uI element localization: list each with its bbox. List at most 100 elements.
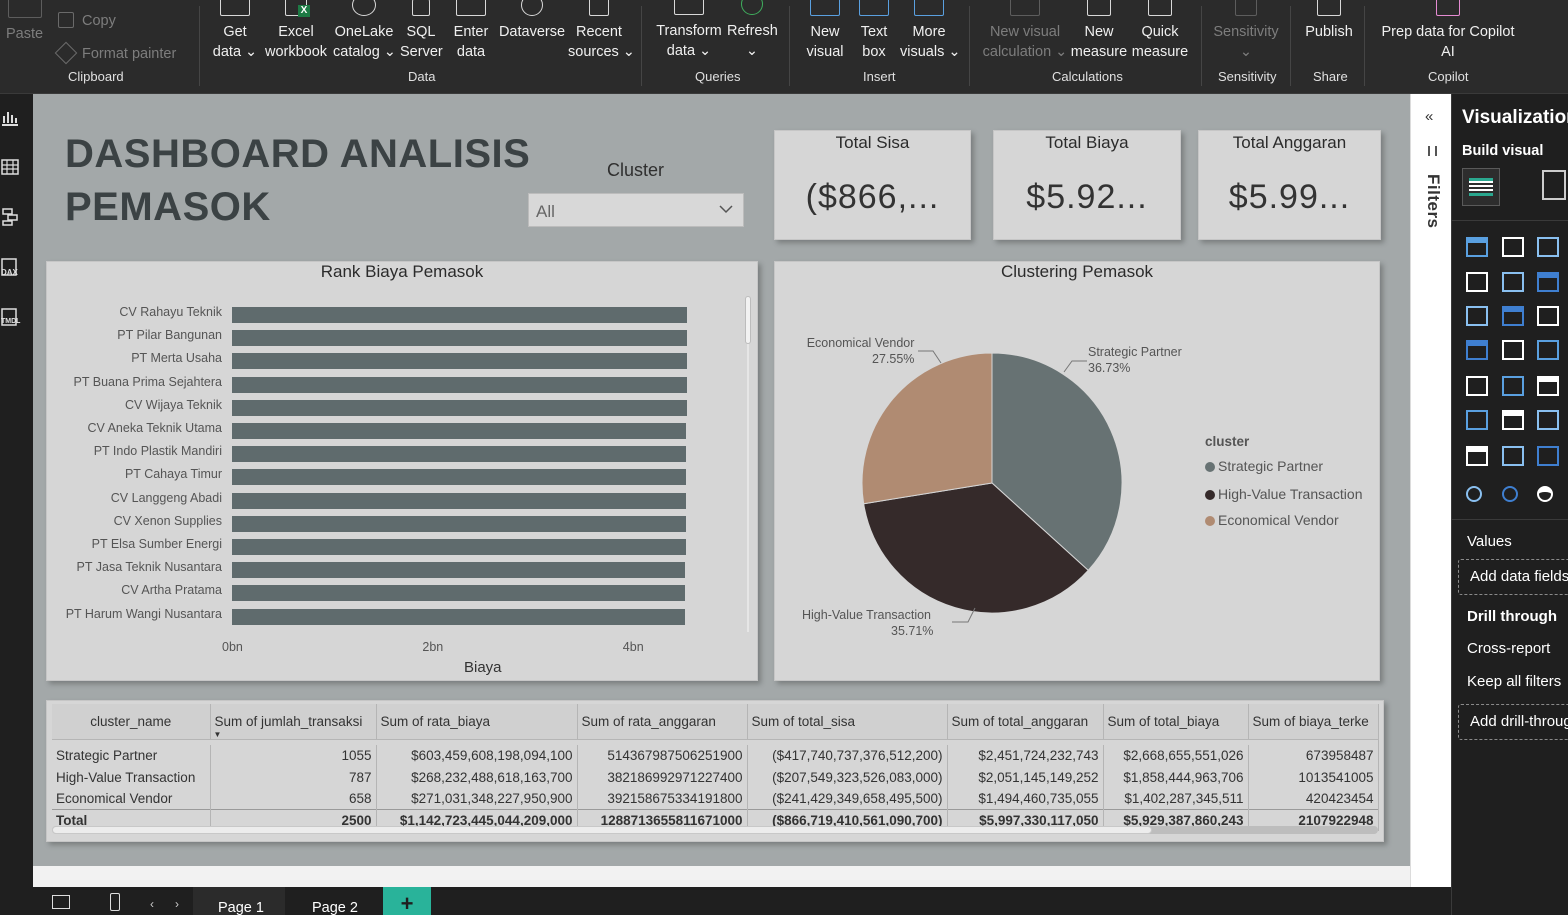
summary-table[interactable]: cluster_name Sum of jumlah_transaksi ▼ Su… bbox=[46, 700, 1384, 842]
card-total-biaya[interactable]: Total Biaya $5.92... bbox=[993, 130, 1181, 240]
legend-item-strategic[interactable]: Strategic Partner bbox=[1205, 458, 1323, 474]
visual-type-icon[interactable] bbox=[1466, 306, 1488, 326]
new-visual-calculation-button[interactable]: New visual calculation ⌄ bbox=[982, 0, 1068, 62]
copy-button[interactable]: Copy bbox=[58, 12, 116, 29]
onelake-catalog-button[interactable]: OneLake catalog ⌄ bbox=[333, 0, 396, 62]
table-view-icon[interactable] bbox=[1, 158, 19, 176]
visual-type-icon[interactable] bbox=[1466, 340, 1488, 360]
bar-mark[interactable] bbox=[232, 585, 685, 602]
pie-slice[interactable] bbox=[861, 352, 993, 505]
cluster-slicer-dropdown[interactable]: All bbox=[528, 193, 744, 227]
model-view-icon[interactable] bbox=[1, 208, 19, 226]
quick-measure-button[interactable]: Quick measure bbox=[1130, 0, 1190, 62]
table-header[interactable]: Sum of rata_anggaran bbox=[577, 704, 748, 740]
cross-report-toggle[interactable]: Cross-report bbox=[1467, 640, 1550, 657]
page-tab-2[interactable]: Page 2 bbox=[288, 887, 380, 915]
legend-item-high-value[interactable]: High-Value Transaction bbox=[1205, 486, 1362, 502]
card-total-sisa[interactable]: Total Sisa ($866,... bbox=[774, 130, 971, 240]
enter-data-button[interactable]: Enter data bbox=[452, 0, 490, 62]
visual-type-icon[interactable] bbox=[1466, 272, 1488, 292]
format-visual-icon[interactable] bbox=[1542, 170, 1566, 200]
bar-mark[interactable] bbox=[232, 353, 688, 370]
visual-type-icon[interactable] bbox=[1502, 446, 1524, 466]
visual-type-icon[interactable] bbox=[1502, 376, 1524, 396]
bar-chart-rank-biaya[interactable]: Rank Biaya Pemasok CV Rahayu Teknik PT Pi… bbox=[46, 261, 758, 681]
table-header[interactable]: Sum of biaya_terke bbox=[1248, 704, 1379, 740]
recent-sources-button[interactable]: Recent sources ⌄ bbox=[568, 0, 635, 62]
visual-type-icon[interactable] bbox=[1502, 340, 1524, 360]
table-row[interactable]: Economical Vendor 658 $271,031,348,227,950… bbox=[52, 788, 1379, 810]
mobile-layout-icon[interactable] bbox=[110, 893, 120, 911]
bar-mark[interactable] bbox=[232, 399, 687, 416]
new-visual-button[interactable]: New visual bbox=[805, 0, 845, 62]
paste-button[interactable]: Paste bbox=[6, 0, 43, 44]
get-data-button[interactable]: Get data ⌄ bbox=[212, 0, 258, 62]
table-header[interactable]: cluster_name bbox=[52, 704, 211, 740]
bar-mark[interactable] bbox=[232, 608, 685, 625]
table-horizontal-scrollbar[interactable] bbox=[52, 826, 1378, 834]
bar-mark[interactable] bbox=[232, 423, 686, 439]
publish-button[interactable]: Publish bbox=[1303, 0, 1355, 42]
bar-mark[interactable] bbox=[232, 376, 687, 393]
visual-type-icon[interactable] bbox=[1466, 237, 1488, 257]
sql-server-button[interactable]: SQL Server bbox=[400, 0, 443, 62]
transform-data-button[interactable]: Transform data ⌄ bbox=[656, 0, 722, 61]
visual-type-icon[interactable] bbox=[1537, 376, 1559, 396]
table-header[interactable]: Sum of total_biaya bbox=[1103, 704, 1249, 740]
dax-query-icon[interactable]: DAX bbox=[1, 258, 19, 277]
excel-workbook-button[interactable]: X Excel workbook bbox=[262, 0, 330, 62]
bar-mark[interactable] bbox=[232, 446, 686, 463]
table-row[interactable]: High-Value Transaction 787 $268,232,488,61… bbox=[52, 766, 1379, 788]
visual-type-icon[interactable] bbox=[1537, 446, 1559, 466]
table-header[interactable]: Sum of total_anggaran bbox=[947, 704, 1104, 740]
keep-all-filters-toggle[interactable]: Keep all filters bbox=[1467, 673, 1561, 690]
prep-data-copilot-button[interactable]: Prep data for Copilot AI bbox=[1376, 0, 1520, 62]
visual-type-icon[interactable] bbox=[1466, 446, 1488, 466]
visual-type-icon[interactable] bbox=[1502, 237, 1524, 257]
visual-type-icon[interactable] bbox=[1502, 306, 1524, 326]
bar-chart-scrollbar[interactable] bbox=[745, 296, 751, 344]
table-header[interactable]: Sum of rata_biaya bbox=[376, 704, 578, 740]
tmdl-view-icon[interactable]: TMDL bbox=[1, 308, 20, 326]
visual-type-icon[interactable] bbox=[1466, 410, 1488, 430]
legend-item-economical[interactable]: Economical Vendor bbox=[1205, 512, 1339, 528]
build-visual-tab[interactable]: Build visual bbox=[1462, 143, 1543, 159]
table-row[interactable]: Strategic Partner 1055 $603,459,608,198,09… bbox=[52, 745, 1379, 767]
visual-type-icon[interactable] bbox=[1537, 410, 1559, 430]
bar-mark[interactable] bbox=[232, 515, 686, 532]
bar-mark[interactable] bbox=[232, 469, 686, 486]
table-scroll-thumb[interactable] bbox=[52, 826, 1152, 834]
bar-mark[interactable] bbox=[232, 492, 686, 509]
visual-type-icon[interactable] bbox=[1466, 486, 1482, 502]
add-page-button[interactable]: + bbox=[383, 887, 431, 915]
add-drill-through-well[interactable]: Add drill-through bbox=[1458, 704, 1568, 740]
bar-mark[interactable] bbox=[232, 562, 685, 579]
visual-type-icon[interactable] bbox=[1537, 340, 1559, 360]
format-painter-button[interactable]: Format painter bbox=[54, 41, 176, 65]
sensitivity-button[interactable]: Sensitivity ⌄ bbox=[1212, 0, 1280, 62]
chevron-left-icon[interactable]: ‹ bbox=[150, 897, 154, 911]
page-tab-1[interactable]: Page 1 bbox=[193, 887, 285, 915]
collapse-left-icon[interactable]: « bbox=[1425, 108, 1433, 125]
dataverse-button[interactable]: Dataverse bbox=[498, 0, 566, 42]
desktop-layout-icon[interactable] bbox=[52, 895, 70, 909]
chevron-right-icon[interactable]: › bbox=[175, 897, 179, 911]
report-view-icon[interactable] bbox=[1, 108, 19, 126]
visual-type-icon[interactable] bbox=[1537, 306, 1559, 326]
bar-mark[interactable] bbox=[232, 307, 688, 323]
new-measure-button[interactable]: New measure bbox=[1070, 0, 1128, 62]
visual-type-icon[interactable] bbox=[1502, 486, 1518, 502]
filters-pane-collapsed[interactable]: « Filters bbox=[1410, 94, 1451, 915]
table-header[interactable]: Sum of jumlah_transaksi ▼ bbox=[210, 704, 377, 740]
bar-mark[interactable] bbox=[232, 539, 686, 555]
visual-type-icon[interactable] bbox=[1502, 272, 1524, 292]
text-box-button[interactable]: Text box bbox=[856, 0, 892, 62]
more-visuals-button[interactable]: More visuals ⌄ bbox=[900, 0, 961, 62]
visual-type-icon[interactable] bbox=[1537, 486, 1553, 502]
card-total-anggaran[interactable]: Total Anggaran $5.99... bbox=[1198, 130, 1381, 240]
build-visual-selected-icon[interactable] bbox=[1462, 168, 1500, 206]
visual-type-icon[interactable] bbox=[1537, 272, 1559, 292]
bar-mark[interactable] bbox=[232, 330, 688, 347]
visual-type-icon[interactable] bbox=[1537, 237, 1559, 257]
refresh-button[interactable]: Refresh ⌄ bbox=[727, 0, 778, 61]
